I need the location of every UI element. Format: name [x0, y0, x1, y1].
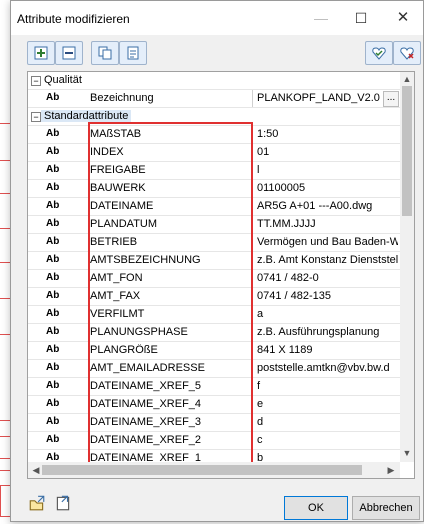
text-type-icon: Ab: [46, 434, 60, 445]
background-drawing-line: [0, 436, 10, 437]
text-type-icon: Ab: [46, 416, 60, 427]
favorite-remove-icon: [400, 47, 414, 60]
text-type-icon: Ab: [46, 326, 60, 337]
attribute-value[interactable]: d: [257, 416, 398, 428]
favorite-add-icon: [372, 47, 386, 60]
paste-icon: [127, 46, 139, 60]
category-label: Standardattribute: [41, 110, 132, 122]
background-drawing-line: [0, 193, 10, 194]
remove-attribute-button[interactable]: [55, 41, 83, 65]
attribute-value[interactable]: 0741 / 482-135: [257, 290, 398, 302]
background-drawing-line: [0, 123, 10, 124]
text-type-icon: Ab: [46, 236, 60, 247]
category-label: Qualität: [44, 74, 82, 86]
text-type-icon: Ab: [46, 92, 60, 103]
attribute-value[interactable]: e: [257, 398, 398, 410]
cancel-button[interactable]: Abbrechen: [352, 496, 420, 520]
add-attribute-button[interactable]: [27, 41, 55, 65]
text-type-icon: Ab: [46, 272, 60, 283]
maximize-button[interactable]: ☐: [341, 1, 381, 35]
attribute-value[interactable]: z.B. Amt Konstanz Dienststelle: [257, 254, 398, 266]
export-icon: [56, 495, 70, 511]
import-icon: [29, 495, 45, 511]
attribute-value[interactable]: c: [257, 434, 398, 446]
collapse-toggle[interactable]: −: [31, 76, 41, 86]
favorite-remove-button[interactable]: [393, 41, 421, 65]
category-row-quality[interactable]: − Qualität: [28, 72, 400, 90]
text-type-icon: Ab: [46, 362, 60, 373]
attribute-value[interactable]: 0741 / 482-0: [257, 272, 398, 284]
text-type-icon: Ab: [46, 146, 60, 157]
collapse-toggle[interactable]: −: [31, 112, 41, 122]
favorite-add-button[interactable]: [365, 41, 393, 65]
text-type-icon: Ab: [46, 218, 60, 229]
add-attribute-icon: [34, 46, 48, 60]
window-title: Attribute modifizieren: [17, 12, 130, 26]
scroll-thumb[interactable]: [42, 465, 362, 475]
attribute-value[interactable]: 841 X 1189: [257, 344, 398, 356]
export-button[interactable]: [51, 493, 75, 513]
title-bar[interactable]: Attribute modifizieren — ☐ ✕: [11, 1, 423, 35]
text-type-icon: Ab: [46, 164, 60, 175]
text-type-icon: Ab: [46, 200, 60, 211]
paste-button[interactable]: [119, 41, 147, 65]
background-drawing-line: [0, 470, 10, 471]
highlight-box: [88, 122, 253, 477]
close-button[interactable]: ✕: [383, 1, 423, 35]
background-drawing-line: [0, 262, 10, 263]
text-type-icon: Ab: [46, 290, 60, 301]
scroll-right-icon[interactable]: ▶: [384, 465, 398, 476]
text-type-icon: Ab: [46, 380, 60, 391]
column-divider: [252, 90, 253, 107]
text-type-icon: Ab: [46, 182, 60, 193]
background-drawing-line: [0, 334, 10, 335]
scroll-up-icon[interactable]: ▲: [400, 74, 414, 84]
background-drawing-line: [0, 228, 10, 229]
ok-button[interactable]: OK: [284, 496, 348, 520]
background-drawing-line: [0, 420, 10, 421]
attribute-value[interactable]: l: [257, 164, 398, 176]
attribute-row[interactable]: Ab Bezeichnung PLANKOPF_LAND_V2.0 ...: [28, 90, 400, 108]
attribute-grid: − Qualität Ab Bezeichnung PLANKOPF_LAND_…: [27, 71, 415, 479]
vertical-scrollbar[interactable]: ▲ ▼: [400, 72, 414, 462]
text-type-icon: Ab: [46, 254, 60, 265]
attribute-value[interactable]: poststelle.amtkn@vbv.bw.d: [257, 362, 398, 374]
attribute-value[interactable]: TT.MM.JJJJ: [257, 218, 398, 230]
attribute-value[interactable]: a: [257, 308, 398, 320]
attribute-value[interactable]: f: [257, 380, 398, 392]
background-drawing-line: [0, 458, 10, 459]
attribute-value[interactable]: Vermögen und Bau Baden-W: [257, 236, 398, 248]
attribute-name: Bezeichnung: [90, 92, 154, 104]
scroll-thumb[interactable]: [402, 86, 412, 216]
attribute-value[interactable]: 01: [257, 146, 398, 158]
background-drawing-line: [0, 298, 10, 299]
background-drawing-line: [0, 160, 10, 161]
copy-button[interactable]: [91, 41, 119, 65]
import-button[interactable]: [25, 493, 49, 513]
attribute-value[interactable]: z.B. Ausführungsplanung: [257, 326, 398, 338]
text-type-icon: Ab: [46, 344, 60, 355]
attribute-value[interactable]: PLANKOPF_LAND_V2.0: [257, 92, 398, 104]
attribute-value[interactable]: AR5G A+01 ---A00.dwg: [257, 200, 398, 212]
attribute-dialog: Attribute modifizieren — ☐ ✕ − Qualität …: [10, 0, 424, 522]
browse-button[interactable]: ...: [383, 91, 399, 107]
attribute-value[interactable]: 1:50: [257, 128, 398, 140]
text-type-icon: Ab: [46, 398, 60, 409]
scroll-down-icon[interactable]: ▼: [400, 448, 414, 458]
scroll-left-icon[interactable]: ◀: [29, 465, 43, 476]
minimize-button[interactable]: —: [301, 1, 341, 35]
copy-icon: [98, 46, 112, 60]
attribute-value[interactable]: 01100005: [257, 182, 398, 194]
horizontal-scrollbar[interactable]: ◀ ▶: [28, 462, 400, 478]
text-type-icon: Ab: [46, 308, 60, 319]
remove-attribute-icon: [62, 46, 76, 60]
text-type-icon: Ab: [46, 128, 60, 139]
